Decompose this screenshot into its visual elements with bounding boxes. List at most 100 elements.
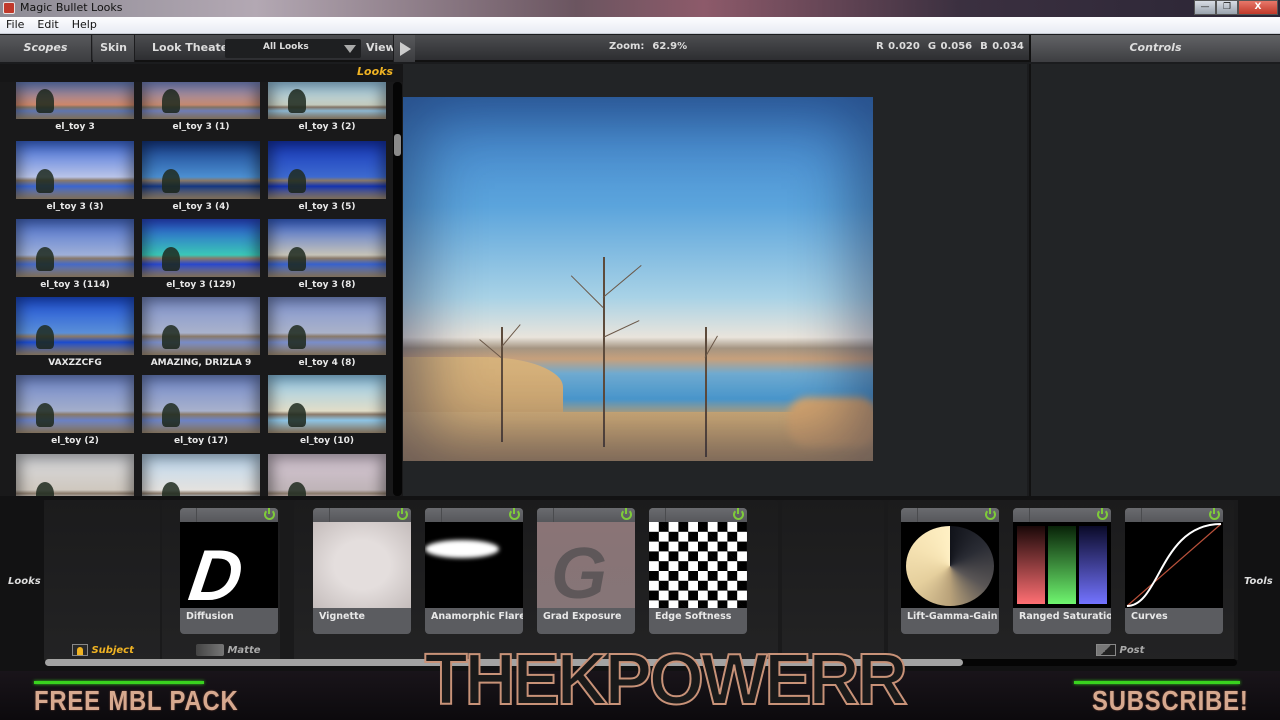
tool-card-edge-softness[interactable]: Edge Softness — [649, 508, 747, 634]
look-preview — [268, 141, 386, 199]
look-preview — [268, 82, 386, 119]
look-thumbnail[interactable] — [142, 454, 260, 496]
look-label: AMAZING, DRIZLA 9 — [150, 358, 252, 368]
look-thumbnail[interactable]: el_toy (17) — [142, 375, 260, 446]
scopes-button[interactable]: Scopes — [0, 35, 92, 62]
banner-right-text: SUBSCRIBE! — [1092, 685, 1249, 716]
tool-name: Diffusion — [186, 611, 234, 622]
looks-grid: el_toy 3 el_toy 3 (1) el_toy 3 (2) el_toy 3… — [0, 82, 390, 496]
look-preview — [268, 297, 386, 355]
tool-card-lift-gamma-gain[interactable]: Lift-Gamma-Gain — [901, 508, 999, 634]
power-icon[interactable] — [1097, 508, 1108, 520]
tool-card-grad-exposure[interactable]: G Grad Exposure — [537, 508, 635, 634]
preview-image[interactable] — [403, 97, 873, 461]
subject-section-left — [44, 500, 160, 662]
look-thumbnail[interactable]: el_toy 3 (3) — [16, 141, 134, 212]
look-preview — [142, 82, 260, 119]
zoom-value: 62.9% — [652, 41, 688, 52]
look-label: el_toy 3 (8) — [298, 280, 356, 290]
look-thumbnail[interactable] — [16, 454, 134, 496]
power-icon[interactable] — [397, 508, 408, 520]
look-thumbnail[interactable]: el_toy 3 — [16, 82, 134, 132]
play-button[interactable] — [393, 35, 415, 62]
looks-scrollbar-thumb[interactable] — [394, 134, 401, 156]
power-icon[interactable] — [1209, 508, 1220, 520]
look-thumbnail[interactable]: el_toy 3 (8) — [268, 219, 386, 290]
look-thumbnail[interactable]: el_toy 3 (1) — [142, 82, 260, 132]
look-thumbnail[interactable]: VAXZZCFG — [16, 297, 134, 368]
subject-label-group[interactable]: Subject — [72, 644, 134, 656]
look-label: el_toy (10) — [300, 436, 354, 446]
look-label: el_toy (2) — [51, 436, 99, 446]
look-label: el_toy 3 (3) — [46, 202, 104, 212]
look-label: el_toy 3 (5) — [298, 202, 356, 212]
tool-name: Grad Exposure — [543, 611, 622, 622]
zoom-label: Zoom: — [609, 41, 645, 52]
look-thumbnail[interactable]: el_toy (2) — [16, 375, 134, 446]
power-icon[interactable] — [733, 508, 744, 520]
tool-card-diffusion[interactable]: D Diffusion — [180, 508, 278, 634]
matte-label-group[interactable]: Matte — [196, 644, 261, 656]
look-preview — [16, 454, 134, 496]
tools-side-label: Tools — [1244, 576, 1273, 587]
minimize-button[interactable]: — — [1194, 0, 1216, 15]
lift-gamma-gain-thumbnail — [901, 522, 999, 608]
post-label-group[interactable]: Post — [1096, 644, 1144, 656]
looks-panel-header: Looks — [0, 64, 403, 82]
looks-scrollbar[interactable] — [393, 82, 402, 496]
controls-header: Controls — [1029, 35, 1280, 62]
skin-button[interactable]: Skin — [93, 35, 135, 62]
tool-card-anamorphic-flare[interactable]: Anamorphic Flare — [425, 508, 523, 634]
menu-file[interactable]: File — [6, 17, 24, 33]
green-value: G 0.056 — [927, 41, 973, 52]
power-icon[interactable] — [509, 508, 520, 520]
look-theater-label: Look Theater — [152, 41, 234, 54]
anamorphic-flare-thumbnail — [425, 522, 523, 608]
rgb-readout: R 0.020 G 0.056 B 0.034 — [876, 41, 1032, 52]
look-label: el_toy 3 — [55, 122, 95, 132]
look-thumbnail[interactable]: el_toy 3 (114) — [16, 219, 134, 290]
power-icon[interactable] — [264, 508, 275, 520]
grad-exposure-glyph: G — [551, 534, 608, 608]
tool-name: Curves — [1131, 611, 1168, 622]
power-icon[interactable] — [621, 508, 632, 520]
preview-viewer — [403, 64, 1027, 496]
look-thumbnail[interactable]: el_toy 3 (2) — [268, 82, 386, 132]
look-thumbnail[interactable]: el_toy (10) — [268, 375, 386, 446]
banner-accent-right — [1074, 681, 1240, 684]
banner-left-text: FREE MBL PACK — [34, 685, 239, 716]
blue-value: B 0.034 — [980, 41, 1024, 52]
menu-bar: File Edit Help — [0, 17, 1280, 34]
menu-help[interactable]: Help — [72, 17, 97, 33]
tool-name: Ranged Saturation — [1019, 611, 1111, 622]
look-thumbnail[interactable]: el_toy 3 (129) — [142, 219, 260, 290]
look-preview — [268, 454, 386, 496]
look-thumbnail[interactable]: el_toy 3 (5) — [268, 141, 386, 212]
tool-card-vignette[interactable]: Vignette — [313, 508, 411, 634]
matte-label: Matte — [227, 645, 261, 656]
edge-softness-thumbnail — [649, 522, 747, 608]
tool-card-curves[interactable]: Curves — [1125, 508, 1223, 634]
close-button[interactable]: X — [1238, 0, 1278, 15]
diffusion-thumbnail: D — [180, 522, 278, 608]
main-toolbar: Scopes Skin Look Theater All Looks View … — [0, 35, 1280, 62]
look-thumbnail[interactable]: AMAZING, DRIZLA 9 — [142, 297, 260, 368]
green-bar — [1048, 526, 1076, 604]
look-label: el_toy 3 (1) — [172, 122, 230, 132]
color-wheel — [906, 526, 994, 606]
tool-card-ranged-saturation[interactable]: Ranged Saturation — [1013, 508, 1111, 634]
look-thumbnail[interactable]: el_toy 3 (4) — [142, 141, 260, 212]
red-bar — [1017, 526, 1045, 604]
look-thumbnail[interactable] — [268, 454, 386, 496]
menu-edit[interactable]: Edit — [37, 17, 58, 33]
power-icon[interactable] — [985, 508, 996, 520]
restore-button[interactable]: ❐ — [1216, 0, 1238, 15]
look-thumbnail[interactable]: el_toy 4 (8) — [268, 297, 386, 368]
look-preview — [16, 82, 134, 119]
look-preview — [268, 375, 386, 433]
looks-filter-dropdown[interactable]: All Looks — [225, 39, 361, 58]
tool-name: Lift-Gamma-Gain — [907, 611, 998, 622]
preview-vignette — [403, 97, 873, 461]
vignette-thumbnail — [313, 522, 411, 608]
look-label: el_toy 3 (2) — [298, 122, 356, 132]
